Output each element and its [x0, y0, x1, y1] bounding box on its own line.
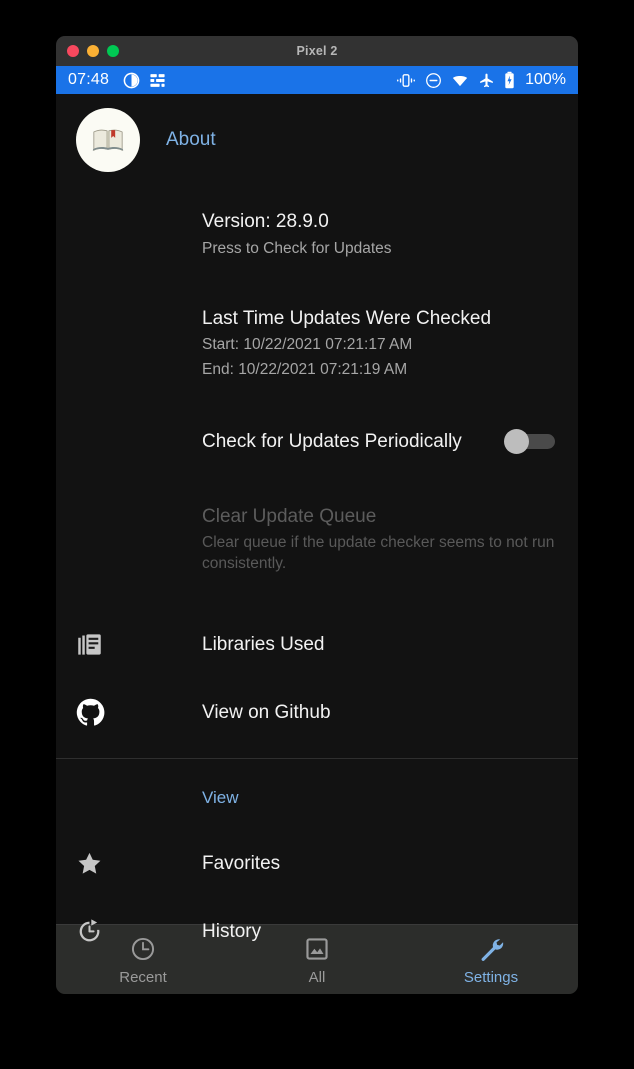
- battery-icon: [505, 71, 514, 89]
- last-check-row[interactable]: Last Time Updates Were Checked Start: 10…: [56, 306, 578, 381]
- toggle-knob: [504, 428, 529, 454]
- about-header: About: [56, 94, 578, 172]
- favorites-label: Favorites: [202, 852, 281, 874]
- tab-settings-label: Settings: [463, 968, 519, 986]
- window-controls: [67, 36, 119, 66]
- tab-recent-label: Recent: [119, 968, 167, 986]
- emulator-window: Pixel 2 07:48 100% About Version: 28.9.0…: [56, 36, 578, 994]
- libraries-used-label: Libraries Used: [202, 633, 325, 655]
- avatar: [76, 108, 140, 172]
- zoom-button[interactable]: [107, 45, 119, 57]
- check-periodically-label: Check for Updates Periodically: [202, 431, 462, 453]
- status-right-icons: 100%: [396, 71, 566, 89]
- history-icon-slot: [76, 918, 202, 945]
- github-icon-slot: [76, 698, 202, 727]
- libraries-used-row[interactable]: Libraries Used: [56, 611, 578, 679]
- clear-queue-secondary: Clear queue if the update checker seems …: [202, 534, 555, 572]
- library-books-icon: [78, 634, 101, 655]
- clear-queue-primary: Clear Update Queue: [202, 505, 377, 527]
- wifi-icon: [452, 75, 468, 86]
- favorites-row[interactable]: Favorites: [56, 830, 578, 898]
- window-title: Pixel 2: [296, 44, 338, 58]
- status-clock: 07:48: [68, 71, 110, 88]
- last-check-start: Start: 10/22/2021 07:21:17 AM: [202, 336, 413, 354]
- check-periodically-toggle[interactable]: [504, 426, 556, 458]
- version-row[interactable]: Version: 28.9.0 Press to Check for Updat…: [56, 209, 578, 260]
- favorites-icon-slot: [76, 850, 202, 877]
- version-secondary: Press to Check for Updates: [202, 240, 392, 258]
- view-section-header: View: [202, 787, 239, 807]
- battery-percentage: 100%: [525, 71, 566, 88]
- history-icon: [79, 919, 100, 942]
- section-divider: [56, 757, 578, 759]
- app-content: About Version: 28.9.0 Press to Check for…: [56, 94, 578, 942]
- star-icon: [78, 853, 101, 874]
- vibrate-icon: [397, 73, 416, 87]
- clear-update-queue-row: Clear Update Queue Clear queue if the up…: [56, 504, 578, 575]
- do-not-disturb-icon: [426, 72, 442, 88]
- close-button[interactable]: [67, 45, 79, 57]
- view-on-github-row[interactable]: View on Github: [56, 679, 578, 747]
- check-periodically-row[interactable]: Check for Updates Periodically: [56, 426, 578, 458]
- minimize-button[interactable]: [87, 45, 99, 57]
- status-left-icons: [123, 72, 166, 89]
- android-status-bar: 07:48 100%: [56, 66, 578, 94]
- airplane-mode-icon: [480, 73, 493, 87]
- history-label: History: [202, 920, 262, 942]
- github-icon: [76, 699, 105, 726]
- open-book-icon: [92, 129, 124, 151]
- screen-root: Pixel 2 07:48 100% About Version: 28.9.0…: [0, 0, 634, 1069]
- window-titlebar: Pixel 2: [56, 36, 578, 66]
- view-on-github-label: View on Github: [202, 701, 331, 723]
- sliders-icon: [150, 73, 165, 87]
- last-check-primary: Last Time Updates Were Checked: [202, 308, 492, 329]
- version-primary: Version: 28.9.0: [202, 211, 329, 232]
- page-title: About: [166, 129, 216, 150]
- last-check-end: End: 10/22/2021 07:21:19 AM: [202, 361, 408, 378]
- libraries-icon-slot: [76, 631, 202, 658]
- tab-all-label: All: [308, 968, 326, 986]
- history-row[interactable]: History: [56, 898, 578, 966]
- contrast-icon: [123, 72, 140, 88]
